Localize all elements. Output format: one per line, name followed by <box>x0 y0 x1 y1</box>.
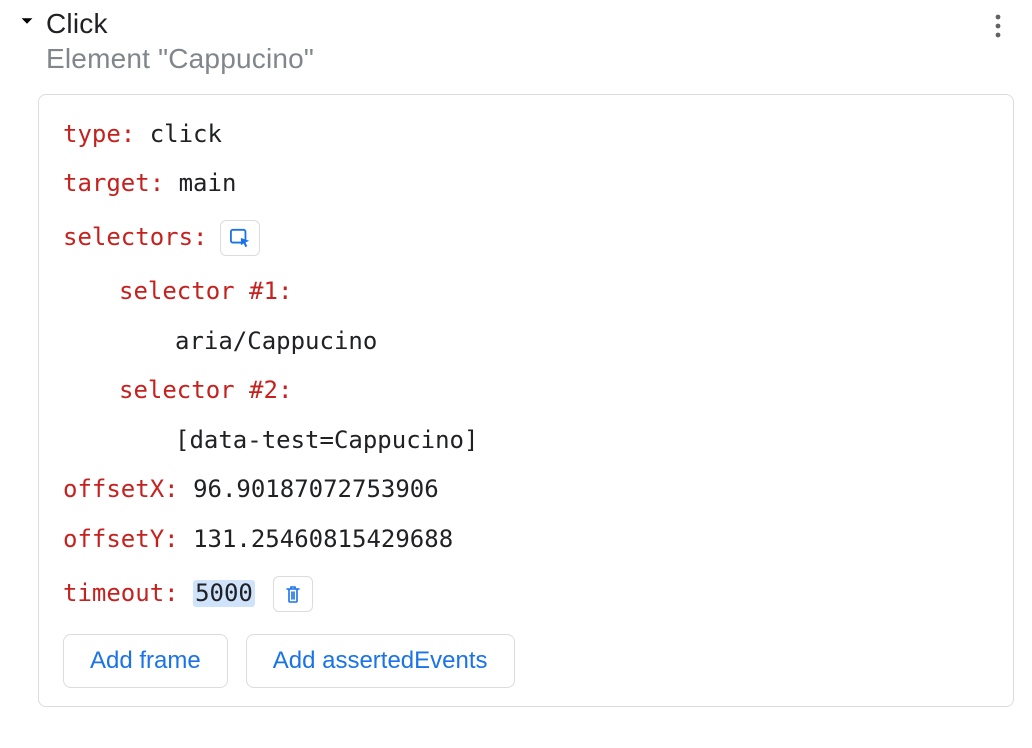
prop-key: type <box>63 121 121 149</box>
pick-selector-button[interactable] <box>220 220 260 256</box>
selector-value: aria/Cappucino <box>175 328 377 356</box>
prop-timeout[interactable]: timeout: 5000 <box>63 576 989 612</box>
prop-target[interactable]: target: main <box>63 170 989 198</box>
prop-key: offsetY <box>63 526 164 554</box>
step-details-panel: type: click target: main selectors: sele… <box>38 94 1014 707</box>
prop-value: click <box>150 121 222 149</box>
kebab-icon <box>994 13 1002 39</box>
selector-item-1-value[interactable]: aria/Cappucino <box>63 328 989 356</box>
prop-key: selectors <box>63 224 193 252</box>
prop-type[interactable]: type: click <box>63 121 989 149</box>
add-asserted-events-button[interactable]: Add assertedEvents <box>246 634 515 688</box>
expand-collapse-toggle[interactable] <box>18 8 40 30</box>
selector-label: selector #2 <box>119 377 278 405</box>
add-frame-button[interactable]: Add frame <box>63 634 228 688</box>
step-subtitle: Element "Cappucino" <box>46 42 978 76</box>
selector-value: [data-test=Cappucino] <box>175 427 478 455</box>
selector-label: selector #1 <box>119 278 278 306</box>
prop-offsetx[interactable]: offsetX: 96.90187072753906 <box>63 476 989 504</box>
prop-key: target <box>63 170 150 198</box>
selector-picker-icon <box>229 228 251 248</box>
prop-offsety[interactable]: offsetY: 131.25460815429688 <box>63 526 989 554</box>
prop-selectors[interactable]: selectors: <box>63 220 989 256</box>
selector-item-2-label[interactable]: selector #2: <box>63 377 989 405</box>
prop-value: main <box>179 170 237 198</box>
selector-item-1-label[interactable]: selector #1: <box>63 278 989 306</box>
chevron-down-icon <box>18 12 36 30</box>
delete-timeout-button[interactable] <box>273 576 313 612</box>
prop-key: timeout <box>63 580 164 608</box>
step-more-menu[interactable] <box>978 8 1018 44</box>
step-title: Click <box>46 8 978 40</box>
prop-value: 131.25460815429688 <box>193 526 453 554</box>
prop-value: 96.90187072753906 <box>193 476 439 504</box>
prop-value[interactable]: 5000 <box>193 580 255 608</box>
prop-key: offsetX <box>63 476 164 504</box>
selector-item-2-value[interactable]: [data-test=Cappucino] <box>63 427 989 455</box>
trash-icon <box>284 584 302 604</box>
